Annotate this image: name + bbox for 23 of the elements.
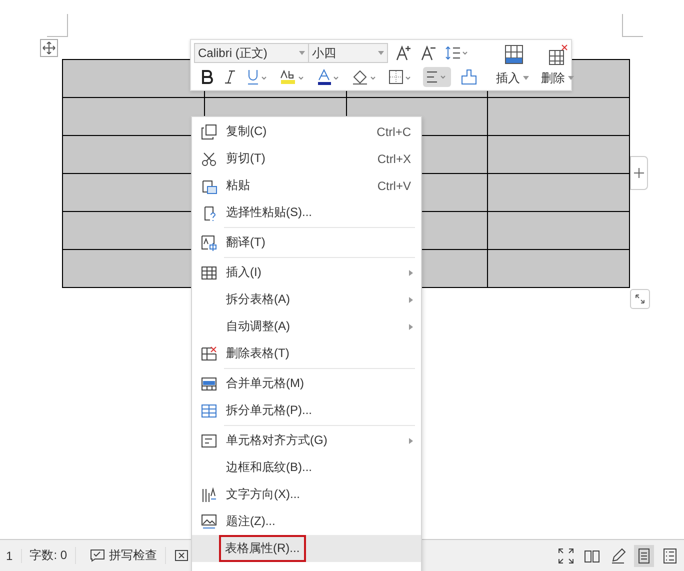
menu-item[interactable]: 拆分表格(A): [192, 286, 421, 313]
menu-item[interactable]: 复制(C) Ctrl+C: [192, 118, 421, 145]
menu-item[interactable]: 自动调整(A): [192, 313, 421, 340]
page-number: 1: [4, 548, 22, 562]
menu-item[interactable]: 插入(I): [192, 259, 421, 286]
menu-item[interactable]: 选择性粘贴(S)...: [192, 199, 421, 226]
menu-item[interactable]: 合并单元格(M): [192, 370, 421, 397]
insert-button[interactable]: 插入: [490, 44, 535, 86]
spell-check-button[interactable]: 拼写检查: [82, 547, 166, 564]
menu-item[interactable]: 文字方向(X)...: [192, 481, 421, 508]
menu-item[interactable]: 题注(Z)...: [192, 508, 421, 535]
word-count: 字数: 0: [28, 547, 76, 564]
menu-item[interactable]: 边框和底纹(B)...: [192, 454, 421, 481]
menu-item[interactable]: 剪切(T) Ctrl+X: [192, 145, 421, 172]
size-dropdown[interactable]: 小四: [308, 43, 388, 63]
menu-item[interactable]: 翻译(T): [192, 229, 421, 256]
menu-item[interactable]: 拆分单元格(P)...: [192, 397, 421, 424]
menu-item[interactable]: 单元格对齐方式(G): [192, 427, 421, 454]
font-dropdown[interactable]: Calibri (正文): [194, 43, 309, 63]
menu-item[interactable]: 表格属性(R)...: [192, 535, 421, 562]
menu-item[interactable]: 删除表格(T): [192, 340, 421, 367]
delete-button[interactable]: 删除: [535, 44, 580, 86]
menu-item[interactable]: 粘贴 Ctrl+V: [192, 172, 421, 199]
